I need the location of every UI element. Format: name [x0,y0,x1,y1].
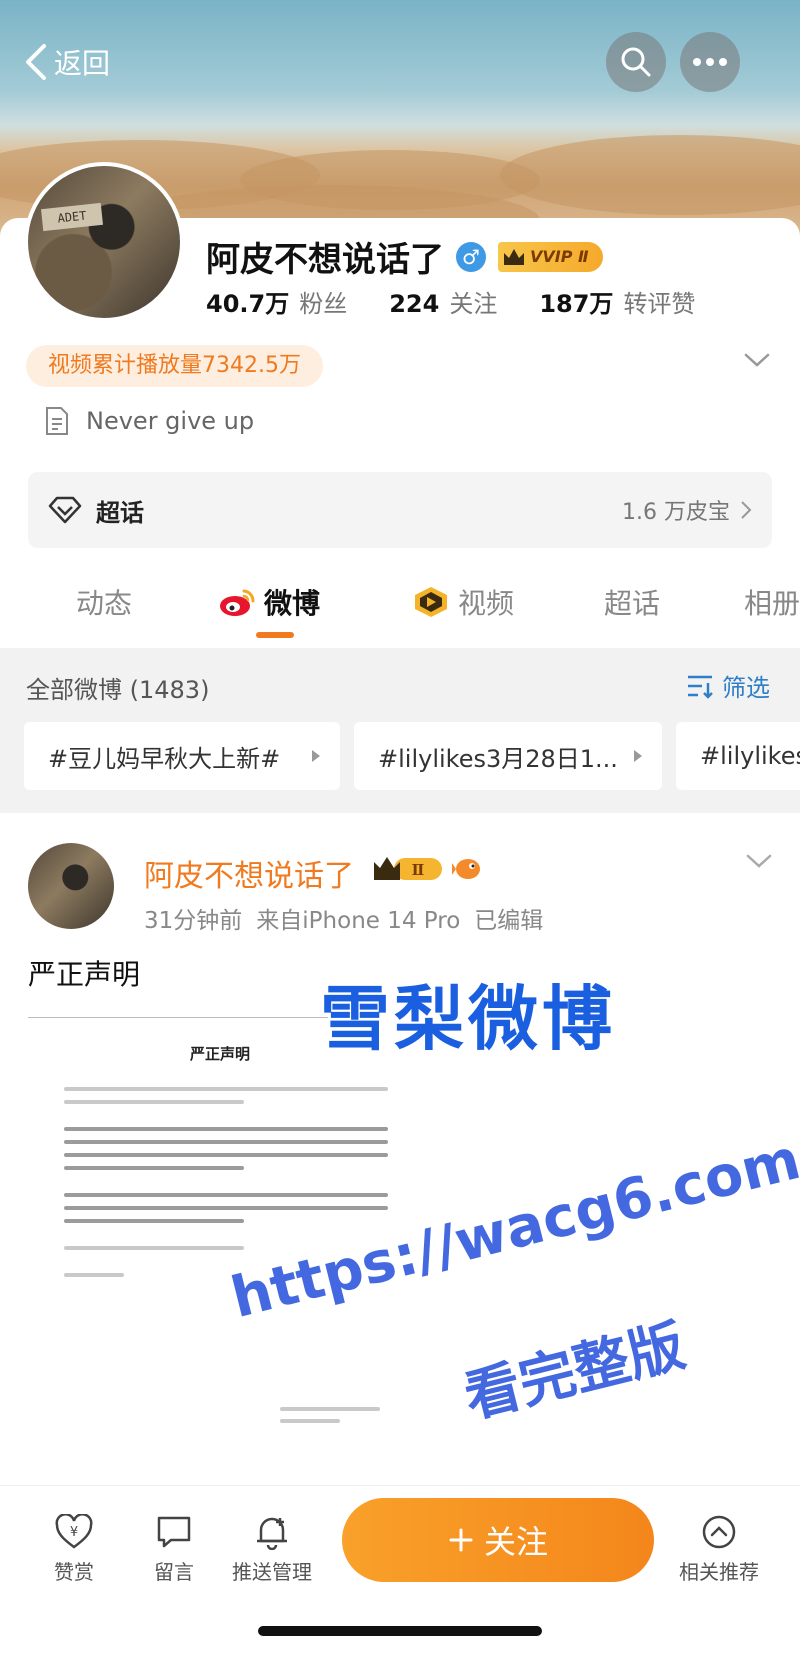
bottom-item-label: 推送管理 [232,1560,312,1584]
vip-crown-badge-icon: Ⅱ [374,857,442,880]
comment-icon [157,1516,191,1548]
chip-arrow-icon [634,750,642,762]
supertopic-label: 超话 [96,498,144,527]
tab-label: 微博 [264,587,321,620]
follow-label: 关注 [483,1523,548,1561]
bottom-item-label: 赞赏 [54,1560,94,1584]
tab-label: 视频 [458,587,515,620]
plus-icon [449,1528,473,1552]
tab-weibo[interactable]: 微博 [218,582,320,622]
stat-interactions[interactable]: 187万 转评赞 [539,284,695,319]
home-indicator[interactable] [258,1626,542,1636]
document-icon [46,407,68,435]
video-play-count-badge: 视频累计播放量7342.5万 [26,345,323,387]
search-button[interactable] [606,32,666,92]
avatar-sign: ADET [41,202,103,232]
chevron-down-icon [744,353,770,367]
expand-profile-button[interactable] [744,352,770,372]
chevron-up-circle-icon [702,1515,736,1549]
more-button[interactable] [680,32,740,92]
document-signature [280,1399,380,1423]
weibo-logo-icon [220,589,255,616]
bottom-item-label: 留言 [154,1560,194,1584]
back-button[interactable]: 返回 [22,38,110,86]
chevron-left-icon [26,44,46,80]
vvip-label: VVIP Ⅱ [530,247,589,266]
heart-yen-icon: ¥ [55,1514,93,1549]
tab-label: 动态 [76,587,133,620]
video-badge-icon [415,587,447,617]
bio: Never give up [44,406,254,436]
back-label: 返回 [54,47,111,80]
avatar[interactable]: ADET [24,162,184,322]
post-divider [28,1017,328,1018]
tab-dynamic[interactable]: 动态 [76,582,132,622]
post-author[interactable]: 阿皮不想说话了 [144,851,354,895]
topic-chip-label: #lilylikes3月28日1... [378,744,618,773]
stat-label: 粉丝 [299,290,348,318]
all-weibo-count: 全部微博 (1483) [26,676,210,704]
post-text: 严正声明 [28,958,141,991]
follow-button[interactable]: 关注 [342,1498,654,1582]
stat-number: 187万 [539,290,614,318]
reward-button[interactable]: ¥ 赞赏 [24,1514,124,1585]
svg-text:¥: ¥ [70,1525,78,1540]
filter-label: 筛选 [722,674,770,702]
vip-level-text: Ⅱ [412,861,425,879]
profile-name-row: 阿皮不想说话了 ♂ VVIP Ⅱ [206,232,603,281]
related-recommend-button[interactable]: 相关推荐 [664,1514,774,1585]
bell-plus-icon [257,1517,287,1550]
post-menu-button[interactable] [746,853,772,873]
stat-label: 转评赞 [623,290,696,318]
supertopic-count: 1.6 万皮宝 [622,500,730,525]
feed-filter-area: 全部微博 (1483) 筛选 #豆儿妈早秋大上新# #lilylikes3月28… [0,648,800,813]
topic-chip-label: #豆儿妈早秋大上新# [48,744,281,773]
bottom-action-bar: ¥ 赞赏 留言 推送管理 关注 相关推荐 [0,1485,800,1655]
profile-name: 阿皮不想说话了 [206,240,444,280]
post-source: 来自iPhone 14 Pro [256,908,461,934]
post-avatar[interactable] [28,843,114,929]
stat-number: 224 [389,290,440,318]
stat-following[interactable]: 224 关注 [389,284,497,319]
post-vip-badge[interactable]: Ⅱ [372,855,482,883]
topic-chip[interactable]: #lilylikes [676,722,800,790]
diamond-icon [48,496,82,524]
post-meta: 31分钟前 来自iPhone 14 Pro 已编辑 [144,901,543,935]
watermark-text: 雪梨微博 [320,978,616,1060]
crown-icon [504,248,524,265]
bottom-item-label: 相关推荐 [679,1560,759,1584]
chevron-right-icon [741,501,752,519]
more-icon [693,58,727,66]
post-time: 31分钟前 [144,908,243,934]
tab-label: 超话 [604,587,661,620]
fish-emoji-icon [452,859,480,879]
topic-chip[interactable]: #lilylikes3月28日1... [354,722,662,790]
topic-chip-label: #lilylikes [700,742,800,770]
chevron-down-icon [746,854,772,868]
watermark-caption: 看完整版 [458,1313,692,1431]
profile-tabs: 动态 微博 视频 超话 相册 [0,570,800,646]
topic-chip[interactable]: #豆儿妈早秋大上新# [24,722,340,790]
bio-text: Never give up [86,407,255,435]
post-edited: 已编辑 [474,908,544,934]
active-tab-indicator [256,632,294,638]
push-settings-button[interactable]: 推送管理 [222,1514,322,1585]
filter-icon [688,675,713,699]
weibo-post: 阿皮不想说话了 Ⅱ 31分钟前 来自iPhone 14 Pro 已编辑 严正声明… [0,813,800,1485]
tab-album[interactable]: 相册 [744,582,800,622]
stat-fans[interactable]: 40.7万 粉丝 [206,284,347,319]
message-button[interactable]: 留言 [124,1514,224,1585]
male-icon: ♂ [456,241,486,272]
tab-video[interactable]: 视频 [412,582,514,622]
stat-number: 40.7万 [206,290,290,318]
supertopic-row[interactable]: 超话 1.6 万皮宝 [28,472,772,548]
tab-supertopic[interactable]: 超话 [604,582,660,622]
filter-button[interactable]: 筛选 [686,668,770,703]
profile-stats: 40.7万 粉丝 224 关注 187万 转评赞 [206,284,695,319]
search-icon [621,47,651,77]
vvip-badge[interactable]: VVIP Ⅱ [498,241,603,272]
tab-label: 相册 [744,587,800,620]
stat-label: 关注 [449,290,498,318]
chip-arrow-icon [312,750,320,762]
